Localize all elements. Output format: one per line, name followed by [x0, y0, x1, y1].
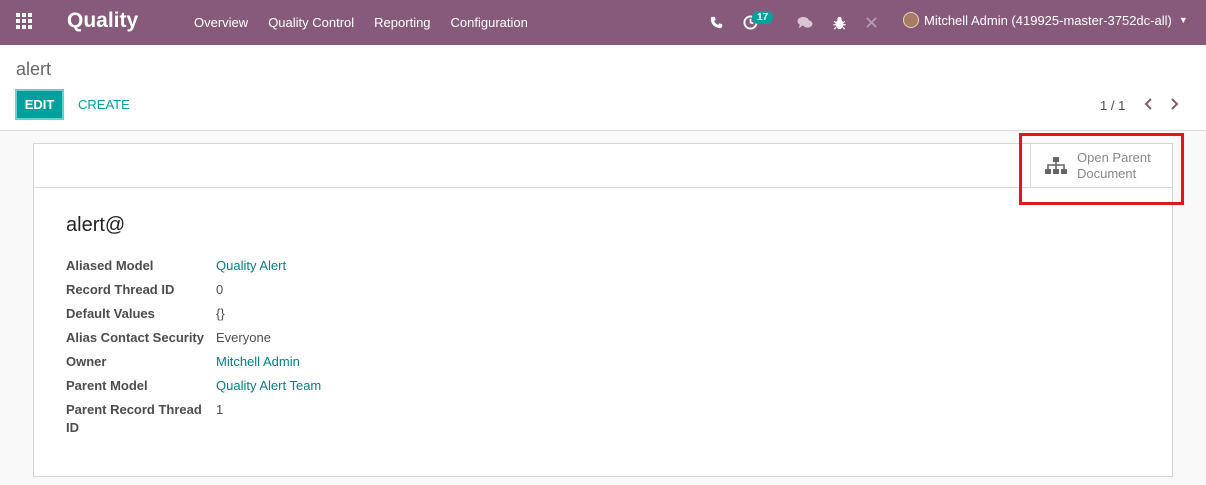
sitemap-icon — [1045, 156, 1067, 174]
field-label: Default Values — [66, 306, 155, 321]
field-row: Aliased Model Quality Alert — [66, 257, 321, 275]
user-name: Mitchell Admin (419925-master-3752dc-all… — [924, 12, 1172, 28]
open-parent-document-label: Open Parent Document — [1077, 150, 1167, 182]
activity-count-badge: 17 — [752, 11, 774, 24]
button-box: Open Parent Document — [34, 144, 1172, 188]
field-label: Record Thread ID — [66, 282, 175, 297]
field-label: Alias Contact Security — [66, 330, 204, 345]
record-title: alert@ — [66, 214, 126, 236]
pager-previous-icon[interactable] — [1140, 94, 1156, 114]
pager-value[interactable]: 1 / 1 — [1100, 98, 1125, 113]
field-value-link[interactable]: Mitchell Admin — [216, 353, 300, 371]
field-row: Alias Contact Security Everyone — [66, 329, 321, 347]
messaging-icon[interactable] — [795, 0, 815, 45]
user-menu[interactable]: Mitchell Admin (419925-master-3752dc-all… — [903, 12, 1188, 28]
main-menu: Overview Quality Control Reporting Confi… — [184, 0, 538, 45]
create-button[interactable]: CREATE — [78, 97, 130, 112]
field-row: Parent Model Quality Alert Team — [66, 377, 321, 395]
field-row: Record Thread ID 0 — [66, 281, 321, 299]
pager-next-icon[interactable] — [1167, 94, 1183, 114]
breadcrumb: alert — [16, 59, 52, 79]
field-label: Parent Record Thread ID — [66, 402, 202, 435]
field-value: {} — [216, 306, 225, 321]
field-value-link[interactable]: Quality Alert — [216, 257, 286, 275]
field-value-link[interactable]: Quality Alert Team — [216, 377, 321, 395]
menu-configuration[interactable]: Configuration — [441, 0, 538, 45]
field-value: Everyone — [216, 330, 271, 345]
field-value: 0 — [216, 282, 224, 297]
smart-button-text-line2: Document — [1077, 165, 1137, 181]
form-sheet: Open Parent Document alert@ Aliased Mode… — [33, 143, 1173, 477]
field-row: Owner Mitchell Admin — [66, 353, 321, 371]
menu-reporting[interactable]: Reporting — [364, 0, 440, 45]
field-label: Parent Model — [66, 378, 148, 393]
field-label: Owner — [66, 354, 107, 369]
apps-menu-icon[interactable] — [16, 13, 34, 31]
app-brand[interactable]: Quality — [67, 9, 138, 33]
control-panel: alert EDIT CREATE 1 / 1 — [0, 45, 1206, 131]
menu-quality-control[interactable]: Quality Control — [258, 0, 364, 45]
edit-button[interactable]: EDIT — [15, 89, 64, 120]
debug-bug-icon[interactable] — [829, 0, 849, 45]
user-avatar — [903, 12, 919, 28]
menu-overview[interactable]: Overview — [184, 0, 258, 45]
field-row: Parent Record Thread ID 1 — [66, 401, 321, 437]
chevron-down-icon: ▼ — [1178, 15, 1188, 25]
top-navbar: Quality Overview Quality Control Reporti… — [0, 0, 1206, 45]
smart-button-text-line1: Open Parent — [1077, 149, 1151, 165]
field-label: Aliased Model — [66, 258, 154, 273]
phone-icon[interactable] — [706, 0, 726, 45]
field-value: 1 — [216, 402, 224, 417]
tools-icon[interactable] — [861, 0, 881, 45]
field-list: Aliased Model Quality Alert Record Threa… — [66, 257, 321, 443]
field-row: Default Values {} — [66, 305, 321, 323]
open-parent-document-button[interactable]: Open Parent Document — [1030, 144, 1172, 187]
